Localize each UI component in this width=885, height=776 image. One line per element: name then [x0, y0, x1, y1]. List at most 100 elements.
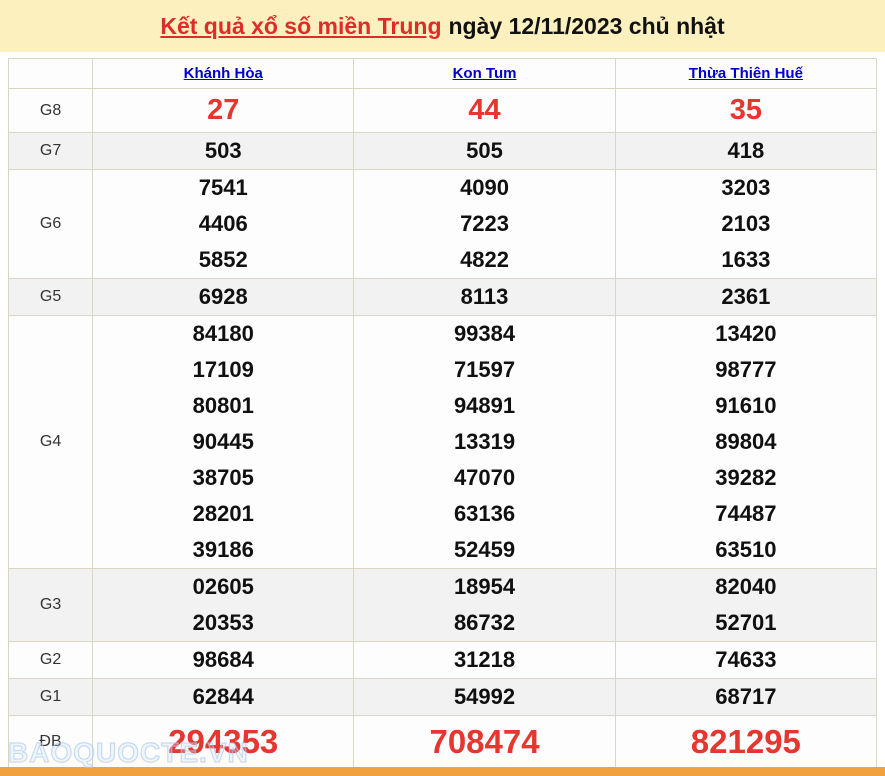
result-number: 5852 [93, 242, 353, 278]
result-number: 94891 [354, 388, 614, 424]
result-number: 84180 [93, 316, 353, 352]
result-cell: 4090 7223 4822 [354, 170, 615, 279]
result-number: 82040 [616, 569, 876, 605]
prize-row-g4: G4 84180 17109 80801 90445 38705 28201 3… [9, 316, 877, 569]
result-number: 3203 [616, 170, 876, 206]
date-title-text: ngày 12/11/2023 chủ nhật [449, 13, 725, 40]
result-cell: 2361 [615, 279, 876, 316]
result-cell: 62844 [93, 679, 354, 716]
prize-label-g3: G3 [9, 569, 93, 642]
result-number: 74487 [616, 496, 876, 532]
result-cell: 294353 [93, 716, 354, 768]
result-cell: 44 [354, 89, 615, 133]
result-number: 17109 [93, 352, 353, 388]
result-number: 62844 [93, 679, 353, 715]
result-number: 35 [616, 89, 876, 132]
result-number: 74633 [616, 642, 876, 678]
result-cell: 708474 [354, 716, 615, 768]
result-number: 39186 [93, 532, 353, 568]
result-number: 294353 [93, 716, 353, 767]
result-number: 28201 [93, 496, 353, 532]
result-cell: 31218 [354, 642, 615, 679]
result-number: 90445 [93, 424, 353, 460]
result-cell: 68717 [615, 679, 876, 716]
result-number: 505 [354, 133, 614, 169]
result-number: 02605 [93, 569, 353, 605]
result-cell: 35 [615, 89, 876, 133]
prize-row-g3: G3 02605 20353 18954 86732 82040 52701 [9, 569, 877, 642]
province-link-kon-tum[interactable]: Kon Tum [453, 65, 517, 82]
result-number: 71597 [354, 352, 614, 388]
result-cell: 821295 [615, 716, 876, 768]
result-cell: 84180 17109 80801 90445 38705 28201 3918… [93, 316, 354, 569]
result-number: 86732 [354, 605, 614, 641]
result-cell: 54992 [354, 679, 615, 716]
result-cell: 6928 [93, 279, 354, 316]
result-number: 98684 [93, 642, 353, 678]
result-cell: 8113 [354, 279, 615, 316]
prize-label-db: ĐB [9, 716, 93, 768]
result-number: 27 [93, 89, 353, 132]
column-header-kon-tum: Kon Tum [354, 59, 615, 89]
result-number: 63510 [616, 532, 876, 568]
result-number: 13319 [354, 424, 614, 460]
result-number: 31218 [354, 642, 614, 678]
result-number: 44 [354, 89, 614, 132]
result-cell: 02605 20353 [93, 569, 354, 642]
result-number: 38705 [93, 460, 353, 496]
result-number: 503 [93, 133, 353, 169]
prize-label-g2: G2 [9, 642, 93, 679]
result-cell: 418 [615, 133, 876, 170]
result-number: 418 [616, 133, 876, 169]
region-title-link[interactable]: Kết quả xổ số miền Trung [160, 13, 441, 40]
result-number: 18954 [354, 569, 614, 605]
result-number: 80801 [93, 388, 353, 424]
lottery-results-table: Khánh Hòa Kon Tum Thừa Thiên Huế G8 27 4… [8, 58, 877, 768]
bottom-accent-bar [0, 767, 885, 776]
prize-row-db: ĐB 294353 708474 821295 [9, 716, 877, 768]
result-number: 1633 [616, 242, 876, 278]
prize-label-g6: G6 [9, 170, 93, 279]
result-number: 7541 [93, 170, 353, 206]
result-number: 47070 [354, 460, 614, 496]
prize-label-g7: G7 [9, 133, 93, 170]
result-number: 63136 [354, 496, 614, 532]
prize-row-g2: G2 98684 31218 74633 [9, 642, 877, 679]
result-number: 52459 [354, 532, 614, 568]
result-number: 54992 [354, 679, 614, 715]
result-number: 7223 [354, 206, 614, 242]
result-number: 91610 [616, 388, 876, 424]
result-number: 98777 [616, 352, 876, 388]
column-header-thua-thien-hue: Thừa Thiên Huế [615, 59, 876, 89]
result-number: 8113 [354, 279, 614, 315]
result-number: 4822 [354, 242, 614, 278]
result-number: 2361 [616, 279, 876, 315]
prize-row-g1: G1 62844 54992 68717 [9, 679, 877, 716]
result-number: 4090 [354, 170, 614, 206]
result-number: 6928 [93, 279, 353, 315]
result-number: 39282 [616, 460, 876, 496]
prize-label-g5: G5 [9, 279, 93, 316]
result-number: 13420 [616, 316, 876, 352]
result-number: 2103 [616, 206, 876, 242]
result-cell: 7541 4406 5852 [93, 170, 354, 279]
result-number: 4406 [93, 206, 353, 242]
result-number: 68717 [616, 679, 876, 715]
result-number: 20353 [93, 605, 353, 641]
result-cell: 13420 98777 91610 89804 39282 74487 6351… [615, 316, 876, 569]
prize-row-g8: G8 27 44 35 [9, 89, 877, 133]
province-header-row: Khánh Hòa Kon Tum Thừa Thiên Huế [9, 59, 877, 89]
result-number: 89804 [616, 424, 876, 460]
page-title: Kết quả xổ số miền Trung ngày 12/11/2023… [0, 0, 885, 52]
result-cell: 27 [93, 89, 354, 133]
result-number: 52701 [616, 605, 876, 641]
result-cell: 99384 71597 94891 13319 47070 63136 5245… [354, 316, 615, 569]
prize-row-g7: G7 503 505 418 [9, 133, 877, 170]
prize-row-g6: G6 7541 4406 5852 4090 7223 4822 3203 21… [9, 170, 877, 279]
province-link-khanh-hoa[interactable]: Khánh Hòa [184, 65, 263, 82]
province-link-thua-thien-hue[interactable]: Thừa Thiên Huế [689, 65, 803, 82]
result-number: 708474 [354, 716, 614, 767]
prize-label-g1: G1 [9, 679, 93, 716]
prize-label-g4: G4 [9, 316, 93, 569]
prize-label-g8: G8 [9, 89, 93, 133]
